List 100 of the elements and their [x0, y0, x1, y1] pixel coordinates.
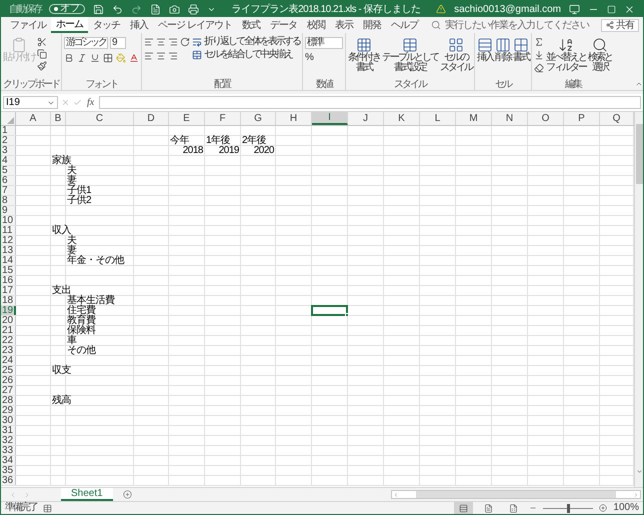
collapse-ribbon-icon[interactable] — [635, 80, 643, 88]
underline-icon[interactable] — [90, 53, 100, 63]
copy-icon[interactable] — [37, 49, 47, 59]
merge-center-button[interactable]: セルを結合して中央揃え — [192, 50, 300, 60]
align-right-icon[interactable] — [168, 51, 178, 61]
row-header[interactable]: 18 — [1, 296, 16, 305]
column-header[interactable]: L — [420, 112, 456, 125]
row-header[interactable]: 7 — [1, 186, 16, 195]
row-header[interactable]: 34 — [1, 456, 16, 465]
row-header[interactable]: 12 — [1, 236, 16, 245]
borders-icon[interactable] — [103, 53, 113, 63]
close-icon[interactable] — [624, 4, 635, 14]
column-header[interactable]: A — [16, 112, 51, 125]
document-icon[interactable] — [150, 4, 161, 14]
align-left-icon[interactable] — [144, 51, 154, 61]
column-header[interactable]: N — [492, 112, 528, 125]
row-header[interactable]: 5 — [1, 166, 16, 175]
row-header[interactable]: 32 — [1, 436, 16, 445]
cell-button[interactable]: 挿入 — [477, 37, 493, 63]
column-header[interactable]: P — [564, 112, 600, 125]
bold-icon[interactable] — [64, 53, 74, 63]
ribbon-tab[interactable]: 表示 — [330, 17, 358, 33]
ribbon-tab[interactable]: タッチ — [88, 17, 125, 33]
row-header[interactable]: 26 — [1, 376, 16, 385]
autosave-toggle[interactable]: オフ — [49, 4, 85, 14]
column-header[interactable]: G — [241, 112, 276, 125]
style-button[interactable]: テーブルとして 書式設定 — [382, 37, 438, 73]
row-header[interactable]: 20 — [1, 316, 16, 325]
row-header[interactable]: 19 — [1, 306, 16, 315]
number-format-field[interactable]: 標準 — [305, 37, 343, 49]
row-header[interactable]: 23 — [1, 346, 16, 355]
ribbon-tab[interactable]: 挿入 — [125, 17, 153, 33]
align-center-icon[interactable] — [156, 51, 166, 61]
save-icon[interactable] — [93, 4, 104, 14]
cell-button[interactable]: 書式 — [513, 37, 529, 63]
row-header[interactable]: 10 — [1, 216, 16, 225]
percent-button[interactable]: % — [305, 53, 343, 63]
column-header[interactable]: M — [456, 112, 492, 125]
cell-button[interactable]: 削除 — [495, 37, 511, 63]
editing-button[interactable]: 検索と 選択 — [588, 37, 612, 73]
eraser-icon[interactable] — [534, 63, 544, 73]
row-header[interactable]: 28 — [1, 396, 16, 405]
row-header[interactable]: 4 — [1, 156, 16, 165]
normal-view-button[interactable] — [454, 502, 474, 514]
formula-input[interactable] — [99, 96, 641, 109]
row-header[interactable]: 11 — [1, 226, 16, 235]
column-header[interactable]: F — [205, 112, 241, 125]
account-email[interactable]: sachio0013@gmail.com — [454, 2, 561, 16]
add-sheet-icon[interactable] — [122, 490, 132, 499]
style-button[interactable]: セルの スタイル — [440, 37, 472, 73]
column-header[interactable]: O — [528, 112, 564, 125]
orientation-icon[interactable] — [180, 37, 190, 47]
row-header[interactable]: 3 — [1, 146, 16, 155]
row-header[interactable]: 9 — [1, 206, 16, 215]
column-header[interactable]: J — [348, 112, 384, 125]
row-header[interactable]: 6 — [1, 176, 16, 185]
fill-color-icon[interactable] — [116, 53, 126, 63]
row-header[interactable]: 30 — [1, 416, 16, 425]
ribbon-tab[interactable]: データ — [264, 17, 302, 33]
ribbon-tab[interactable]: ページ レイアウト — [153, 17, 237, 33]
row-header[interactable]: 13 — [1, 246, 16, 255]
cut-icon[interactable] — [37, 37, 47, 47]
column-header[interactable]: D — [134, 112, 169, 125]
row-header[interactable]: 1 — [1, 126, 16, 135]
camera-icon[interactable] — [169, 4, 180, 14]
name-box[interactable]: I19 — [3, 96, 58, 109]
row-header[interactable]: 33 — [1, 446, 16, 455]
row-header[interactable]: 25 — [1, 366, 16, 375]
column-header[interactable]: I — [312, 112, 348, 125]
vertical-scrollbar[interactable] — [634, 112, 643, 487]
ribbon-tab[interactable]: 校閲 — [302, 17, 330, 33]
row-header[interactable]: 14 — [1, 256, 16, 265]
ribbon-tab[interactable]: 開発 — [358, 17, 386, 33]
row-header[interactable]: 24 — [1, 356, 16, 365]
scroll-down-icon[interactable] — [636, 468, 642, 475]
row-header[interactable]: 17 — [1, 286, 16, 295]
row-header[interactable]: 21 — [1, 326, 16, 335]
undo-icon[interactable] — [112, 4, 123, 14]
share-button[interactable]: 共有 — [601, 18, 639, 32]
row-header[interactable]: 35 — [1, 466, 16, 475]
column-header[interactable]: E — [169, 112, 205, 125]
ribbon-tab[interactable]: ヘルプ — [386, 17, 423, 33]
italic-icon[interactable] — [77, 53, 87, 63]
font-size-field[interactable]: 9 — [110, 37, 126, 49]
column-header[interactable]: C — [66, 112, 134, 125]
row-header[interactable]: 2 — [1, 136, 16, 145]
row-header[interactable]: 29 — [1, 406, 16, 415]
row-header[interactable]: 31 — [1, 426, 16, 435]
zoom-in-icon[interactable] — [599, 504, 608, 512]
column-header[interactable]: B — [51, 112, 66, 125]
zoom-slider-thumb[interactable] — [566, 504, 570, 512]
format-painter-icon[interactable] — [37, 61, 47, 71]
row-header[interactable]: 16 — [1, 276, 16, 285]
editing-button[interactable]: 並べ替えと フィルター — [546, 37, 586, 73]
ribbon-tab[interactable]: ファイル — [5, 17, 51, 33]
column-header[interactable]: K — [384, 112, 420, 125]
row-header[interactable]: 15 — [1, 266, 16, 275]
row-header[interactable]: 8 — [1, 196, 16, 205]
font-name-field[interactable]: 游ゴシック — [64, 37, 108, 49]
ribbon-tab[interactable]: ホーム — [51, 17, 88, 33]
